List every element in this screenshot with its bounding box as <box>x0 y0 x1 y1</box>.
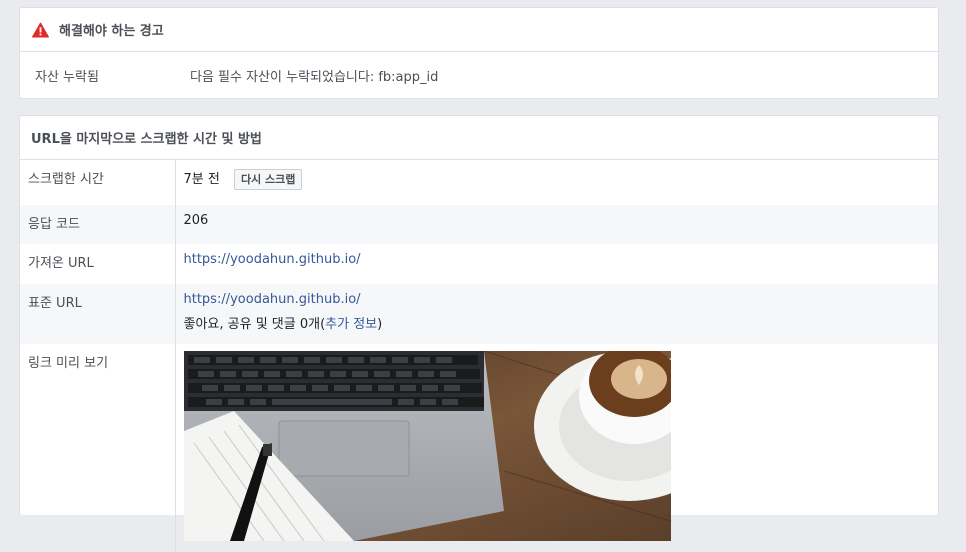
fetched-url-label: 가져온 URL <box>20 244 176 284</box>
response-code-label: 응답 코드 <box>20 205 176 244</box>
scraped-time-label: 스크랩한 시간 <box>20 160 176 205</box>
response-code-value: 206 <box>175 205 938 244</box>
warnings-title: 해결해야 하는 경고 <box>59 24 164 39</box>
warning-row: 자산 누락됨 다음 필수 자산이 누락되었습니다: fb:app_id <box>20 52 938 99</box>
rescrape-button[interactable]: 다시 스크랩 <box>233 169 303 190</box>
engagement-count: 좋아요, 공유 및 댓글 0개(추가 정보) <box>184 313 939 332</box>
warning-value: 다음 필수 자산이 누락되었습니다: fb:app_id <box>190 70 439 85</box>
canonical-url-link[interactable]: https://yoodahun.github.io/ <box>184 292 361 307</box>
link-preview-cell <box>175 344 938 552</box>
engagement-prefix: 좋아요, 공유 및 댓글 0개( <box>183 317 326 332</box>
scraped-time-value: 7분 전 <box>183 172 220 187</box>
link-preview-image[interactable] <box>183 351 671 541</box>
warning-icon <box>32 22 49 38</box>
table-row: 스크랩한 시간 7분 전 다시 스크랩 <box>20 160 938 205</box>
preview-photo <box>183 351 671 541</box>
canonical-url-cell: https://yoodahun.github.io/ 좋아요, 공유 및 댓글… <box>175 284 938 344</box>
table-row: 응답 코드 206 <box>20 205 938 244</box>
warnings-card: 해결해야 하는 경고 자산 누락됨 다음 필수 자산이 누락되었습니다: fb:… <box>19 7 939 99</box>
scrape-info-header: URL을 마지막으로 스크랩한 시간 및 방법 <box>20 116 938 160</box>
table-row: 링크 미리 보기 <box>20 344 938 552</box>
table-row: 표준 URL https://yoodahun.github.io/ 좋아요, … <box>20 284 938 344</box>
more-info-link[interactable]: 추가 정보 <box>325 317 377 332</box>
scrape-info-table: 스크랩한 시간 7분 전 다시 스크랩 응답 코드 206 가져온 URL ht… <box>20 160 938 552</box>
warning-label: 자산 누락됨 <box>35 70 99 85</box>
warnings-header: 해결해야 하는 경고 <box>20 8 938 52</box>
scrape-info-card: URL을 마지막으로 스크랩한 시간 및 방법 스크랩한 시간 7분 전 다시 … <box>19 115 939 552</box>
scrape-info-title: URL을 마지막으로 스크랩한 시간 및 방법 <box>31 132 262 147</box>
scraped-time-cell: 7분 전 다시 스크랩 <box>175 160 938 205</box>
table-row: 가져온 URL https://yoodahun.github.io/ <box>20 244 938 284</box>
link-preview-label: 링크 미리 보기 <box>20 344 176 552</box>
canonical-url-label: 표준 URL <box>20 284 176 344</box>
fetched-url-link[interactable]: https://yoodahun.github.io/ <box>184 252 361 267</box>
fetched-url-cell: https://yoodahun.github.io/ <box>175 244 938 284</box>
engagement-suffix: ) <box>377 317 383 332</box>
